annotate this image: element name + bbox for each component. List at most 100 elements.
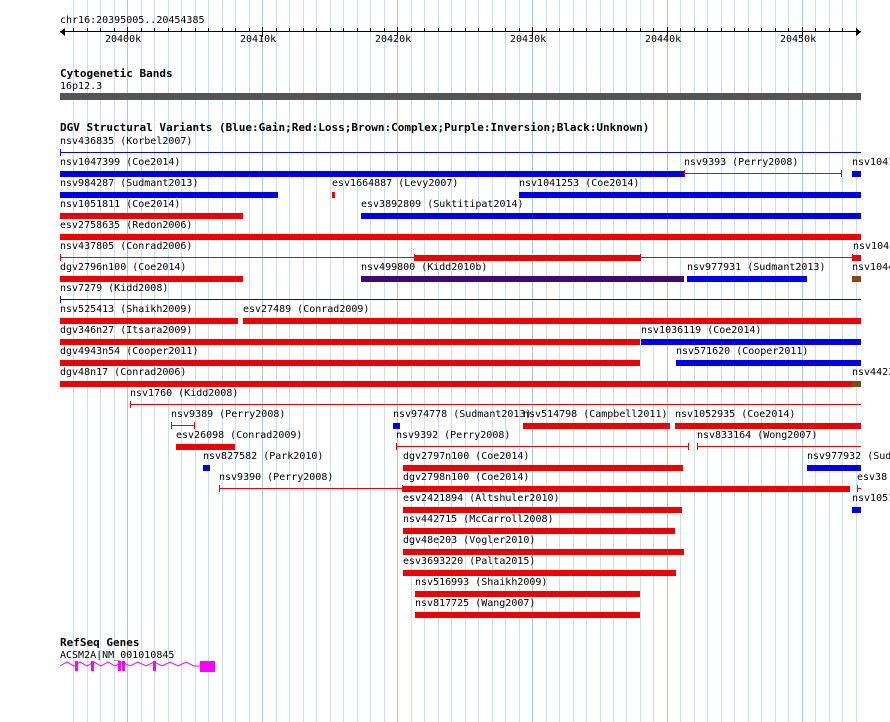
variant-label[interactable]: dgv48e203 (Vogler2010) [403,535,535,546]
variant-loss-line[interactable] [684,173,842,174]
variant-gain-bar[interactable] [852,507,861,513]
variant-loss-line[interactable] [640,257,853,258]
variant-label[interactable]: nsv974778 (Sudmant2013) [393,409,531,420]
variant-label[interactable]: nsv833164 (Wong2007) [697,430,817,441]
variant-label[interactable]: nsv1051811 (Coe2014) [60,199,180,210]
variant-label[interactable]: dgv4943n54 (Cooper2011) [60,346,198,357]
variant-gain-bar[interactable] [60,192,278,198]
variant-loss-bar[interactable] [675,423,861,429]
variant-label[interactable]: nsv1760 (Kidd2008) [130,388,238,399]
variant-label[interactable]: nsv9392 (Perry2008) [396,430,510,441]
variant-loss-bar[interactable] [60,234,861,240]
variant-loss-bar[interactable] [415,612,640,618]
variant-label[interactable]: dgv346n27 (Itsara2009) [60,325,192,336]
variant-loss-line[interactable] [396,446,689,447]
variant-label[interactable]: nsv499800 (Kidd2010b) [361,262,487,273]
variant-label[interactable]: nsv571620 (Cooper2011) [676,346,808,357]
cyto-band[interactable] [60,93,861,100]
variant-label[interactable]: esv3892809 (Suktitipat2014) [361,199,524,210]
variant-loss-bar[interactable] [415,591,640,597]
ruler-tick-label: 20440k [645,34,682,45]
variant-gain-bar[interactable] [60,171,684,177]
variant-loss-line[interactable] [219,488,403,489]
variant-label[interactable]: nsv1041253 (Coe2014) [519,178,639,189]
variant-label[interactable]: dgv2797n100 (Coe2014) [403,451,529,462]
variant-gain-line[interactable] [60,152,861,153]
variant-loss-bar[interactable] [403,549,684,555]
variant-loss-bar[interactable] [60,276,243,282]
variant-loss-bar[interactable] [403,486,850,492]
variant-label[interactable]: nsv436835 (Korbel2007) [60,136,192,147]
variant-loss-bar[interactable] [60,360,640,366]
variant-loss-bar[interactable] [403,570,676,576]
variant-label[interactable]: nsv817725 (Wang2007) [415,598,535,609]
variant-label[interactable]: nsv1044 [852,262,890,273]
variant-label[interactable]: nsv9389 (Perry2008) [171,409,285,420]
variant-label[interactable]: nsv1041 [852,157,890,168]
variant-loss-bar[interactable] [403,507,682,513]
variant-gain-bar[interactable] [807,465,861,471]
variant-loss-bar[interactable] [523,423,670,429]
variant-label[interactable]: nsv516993 (Shaikh2009) [415,577,547,588]
variant-gain-bar[interactable] [203,465,210,471]
variant-loss-bar[interactable] [60,213,243,219]
variant-label[interactable]: nsv1043 [853,241,890,252]
variant-inversion-bar[interactable] [361,276,684,282]
ruler-minor-tick [330,28,331,32]
variant-label[interactable]: dgv2798n100 (Coe2014) [403,472,529,483]
variant-label[interactable]: nsv437805 (Conrad2006) [60,241,192,252]
variant-loss-bar[interactable] [403,465,683,471]
variant-loss-bar[interactable] [853,255,861,261]
variant-loss-bar[interactable] [60,318,238,324]
variant-gain-bar[interactable] [687,276,807,282]
variant-label[interactable]: dgv48n17 (Conrad2006) [60,367,186,378]
variant-loss-line[interactable] [171,425,195,426]
variant-loss-bar[interactable] [176,444,235,450]
variant-gain-bar[interactable] [676,360,861,366]
variant-label[interactable]: nsv10513 [852,493,890,504]
gene-model[interactable] [59,660,220,674]
variant-loss-bar[interactable] [60,381,852,387]
variant-label[interactable]: nsv977932 (Sudm [807,451,890,462]
ruler-minor-tick [505,28,506,32]
variant-loss-bar[interactable] [60,339,640,345]
variant-loss-bar[interactable] [332,192,335,198]
variant-loss-line[interactable] [60,257,415,258]
variant-label[interactable]: nsv1052935 (Coe2014) [675,409,795,420]
variant-label[interactable]: nsv827582 (Park2010) [203,451,323,462]
variant-complex-bar[interactable] [852,276,861,282]
variant-label[interactable]: esv2758635 (Redon2006) [60,220,192,231]
variant-label[interactable]: nsv1047399 (Coe2014) [60,157,180,168]
variant-loss-bar[interactable] [403,528,675,534]
variant-gain-bar[interactable] [641,339,861,345]
ruler-minor-tick [384,28,385,32]
variant-label[interactable]: esv26098 (Conrad2009) [176,430,302,441]
variant-label[interactable]: nsv4423 [852,367,890,378]
variant-label[interactable]: nsv442715 (McCarroll2008) [403,514,554,525]
variant-label[interactable]: nsv525413 (Shaikh2009) [60,304,192,315]
variant-label[interactable]: nsv514798 (Campbell2011) [523,409,668,420]
variant-gain-line[interactable] [60,299,861,300]
variant-gain-bar[interactable] [519,192,861,198]
cyto-band-label[interactable]: 16p12.3 [60,81,102,92]
variant-label[interactable]: nsv9390 (Perry2008) [219,472,333,483]
variant-loss-line[interactable] [130,404,861,405]
variant-label[interactable]: nsv1036119 (Coe2014) [641,325,761,336]
variant-label[interactable]: esv1664887 (Levy2007) [332,178,458,189]
variant-label[interactable]: dgv2796n100 (Coe2014) [60,262,186,273]
variant-loss-line[interactable] [697,446,861,447]
variant-gain-bar[interactable] [361,213,861,219]
variant-label[interactable]: esv2421894 (Altshuler2010) [403,493,560,504]
variant-gain-bar[interactable] [852,171,861,177]
variant-loss-bar[interactable] [243,318,861,324]
variant-complex-bar[interactable] [852,381,861,387]
variant-label[interactable]: esv3693220 (Palta2015) [403,556,535,567]
variant-label[interactable]: esv38 [857,472,887,483]
variant-gain-bar[interactable] [393,423,400,429]
variant-label[interactable]: nsv7279 (Kidd2008) [60,283,168,294]
variant-loss-bar[interactable] [415,255,640,261]
variant-label[interactable]: esv27489 (Conrad2009) [243,304,369,315]
variant-label[interactable]: nsv977931 (Sudmant2013) [687,262,825,273]
variant-label[interactable]: nsv984287 (Sudmant2013) [60,178,198,189]
variant-label[interactable]: nsv9393 (Perry2008) [684,157,798,168]
